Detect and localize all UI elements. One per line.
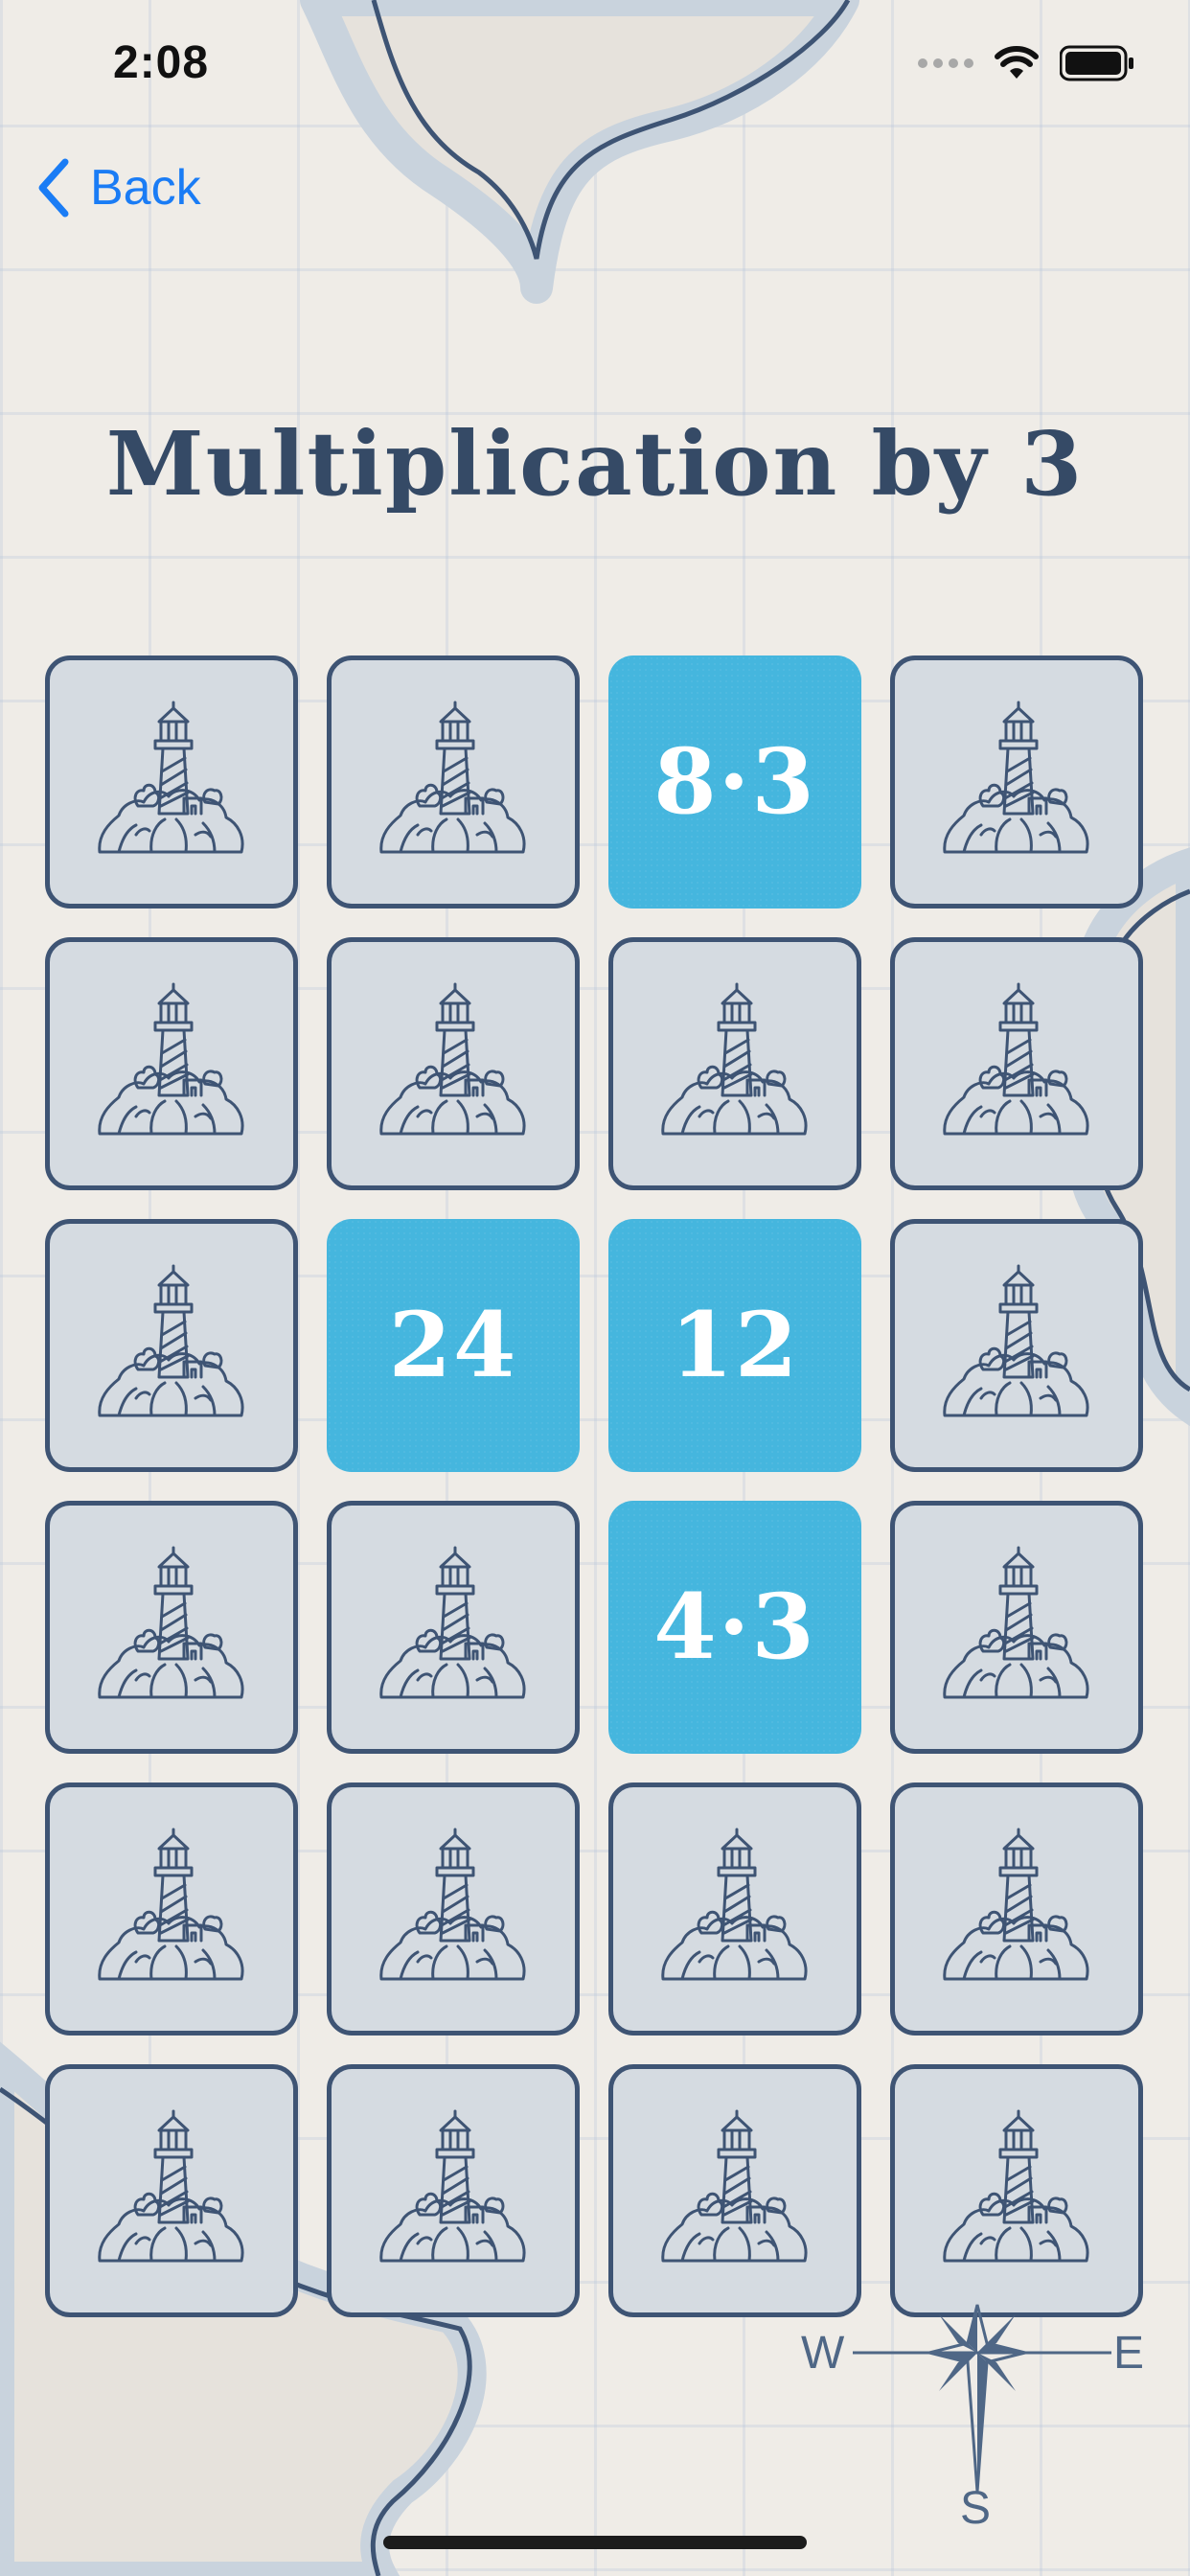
card-face-down[interactable] — [608, 2064, 861, 2317]
card-value: 4·3 — [653, 1575, 816, 1680]
card-face-down[interactable] — [890, 1501, 1143, 1754]
chevron-left-icon — [38, 158, 69, 218]
card-grid: 8·3 24 12 4·3 — [45, 656, 1143, 2317]
lighthouse-icon — [943, 982, 1089, 1136]
card-face-down[interactable] — [45, 656, 298, 908]
lighthouse-icon — [379, 1828, 526, 1981]
cellular-signal-icon — [918, 58, 973, 68]
card-face-up[interactable]: 4·3 — [608, 1501, 861, 1754]
lighthouse-icon — [661, 2109, 808, 2263]
compass-west-label: W — [801, 2328, 845, 2379]
card-value: 24 — [388, 1293, 518, 1398]
battery-icon — [1060, 45, 1133, 81]
lighthouse-icon — [661, 1828, 808, 1981]
back-button[interactable]: Back — [34, 153, 201, 222]
lighthouse-icon — [379, 1546, 526, 1699]
home-indicator — [383, 2536, 807, 2549]
lighthouse-icon — [98, 1828, 244, 1981]
card-face-down[interactable] — [327, 1782, 580, 2036]
lighthouse-icon — [98, 701, 244, 854]
card-face-down[interactable] — [45, 937, 298, 1190]
lighthouse-icon — [943, 1546, 1089, 1699]
status-icons — [918, 38, 1134, 88]
lighthouse-icon — [379, 701, 526, 854]
card-face-down[interactable] — [45, 1501, 298, 1754]
wifi-icon — [995, 46, 1039, 79]
lighthouse-icon — [98, 982, 244, 1136]
card-face-down[interactable] — [890, 1782, 1143, 2036]
status-time: 2:08 — [113, 37, 210, 88]
lighthouse-icon — [661, 982, 808, 1136]
page-title: Multiplication by 3 — [105, 412, 1085, 516]
card-face-down[interactable] — [45, 1219, 298, 1472]
card-face-down[interactable] — [327, 2064, 580, 2317]
card-value: 12 — [670, 1293, 800, 1398]
card-face-up[interactable]: 8·3 — [608, 656, 861, 908]
card-face-up[interactable]: 12 — [608, 1219, 861, 1472]
lighthouse-icon — [379, 2109, 526, 2263]
lighthouse-icon — [943, 2109, 1089, 2263]
card-face-down[interactable] — [890, 656, 1143, 908]
compass-south-label: S — [960, 2483, 992, 2534]
lighthouse-icon — [379, 982, 526, 1136]
card-face-down[interactable] — [45, 1782, 298, 2036]
card-face-down[interactable] — [890, 1219, 1143, 1472]
back-label: Back — [90, 160, 201, 216]
card-face-down[interactable] — [890, 937, 1143, 1190]
card-face-down[interactable] — [45, 2064, 298, 2317]
lighthouse-icon — [943, 1264, 1089, 1417]
card-face-down[interactable] — [327, 937, 580, 1190]
lighthouse-icon — [98, 2109, 244, 2263]
lighthouse-icon — [98, 1546, 244, 1699]
card-face-down[interactable] — [327, 1501, 580, 1754]
card-face-up[interactable]: 24 — [327, 1219, 580, 1472]
card-value: 8·3 — [653, 729, 816, 835]
card-face-down[interactable] — [608, 1782, 861, 2036]
compass-east-label: E — [1113, 2328, 1145, 2379]
lighthouse-icon — [943, 701, 1089, 854]
lighthouse-icon — [943, 1828, 1089, 1981]
card-face-down[interactable] — [327, 656, 580, 908]
card-face-down[interactable] — [890, 2064, 1143, 2317]
lighthouse-icon — [98, 1264, 244, 1417]
card-face-down[interactable] — [608, 937, 861, 1190]
